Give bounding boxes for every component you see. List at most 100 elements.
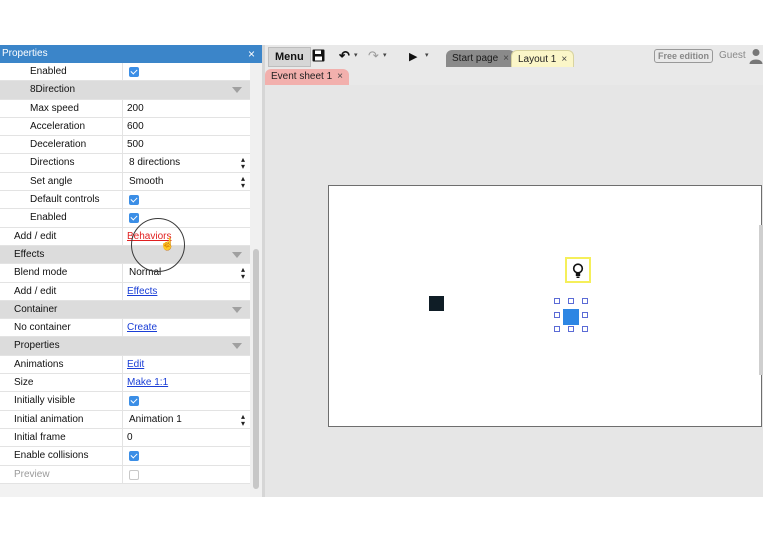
property-value: Effects xyxy=(123,283,250,300)
checkbox[interactable] xyxy=(129,67,139,77)
property-category[interactable]: Effects xyxy=(0,245,250,265)
property-select-value: Animation 1 xyxy=(129,413,182,425)
resize-handle[interactable] xyxy=(582,298,588,304)
lightbulb-icon[interactable] xyxy=(565,257,591,283)
property-label: Enabled xyxy=(0,209,123,227)
close-icon[interactable]: × xyxy=(248,45,255,63)
property-value xyxy=(123,392,250,409)
user-label[interactable]: Guest xyxy=(719,50,746,61)
checkbox[interactable] xyxy=(129,213,139,224)
undo-icon[interactable]: ↶ xyxy=(339,48,350,64)
property-category-label: Container xyxy=(14,303,58,315)
property-value[interactable]: 600 xyxy=(123,118,250,135)
property-select[interactable]: Smooth ▴ ▾ xyxy=(123,173,250,190)
redo-icon[interactable]: ↷ xyxy=(368,48,379,64)
blue-sprite[interactable] xyxy=(563,309,579,325)
properties-scrollbar-thumb[interactable] xyxy=(253,249,259,489)
checkbox[interactable] xyxy=(129,396,139,407)
property-row: Max speed 200 xyxy=(0,99,250,118)
checkbox[interactable] xyxy=(129,469,139,480)
properties-scrollbar[interactable] xyxy=(250,63,262,497)
property-label: Add / edit xyxy=(0,282,123,300)
run-icon[interactable]: ▶ xyxy=(409,50,417,63)
property-value: Create xyxy=(123,319,250,336)
resize-handle[interactable] xyxy=(568,298,574,304)
property-value: Edit xyxy=(123,356,250,373)
property-label: No container xyxy=(0,319,123,337)
resize-handle[interactable] xyxy=(582,312,588,318)
resize-handle[interactable] xyxy=(554,312,560,318)
property-row: Animations Edit xyxy=(0,355,250,375)
property-value[interactable]: 200 xyxy=(123,100,250,117)
property-value: Make 1:1 xyxy=(123,374,250,391)
property-label: Initial animation xyxy=(0,410,123,428)
property-row: Initial frame 0 xyxy=(0,428,250,448)
select-arrows-icon: ▴ ▾ xyxy=(240,411,245,428)
property-category[interactable]: Container xyxy=(0,300,250,320)
layout-canvas[interactable] xyxy=(328,185,762,427)
sub-tab-bar: Event sheet 1 × xyxy=(265,67,763,85)
checkbox[interactable] xyxy=(129,195,139,206)
property-value xyxy=(123,191,250,208)
property-label: Set angle xyxy=(0,172,123,191)
property-row: Enable collisions xyxy=(0,447,250,466)
property-row: Directions 8 directions ▴ ▾ xyxy=(0,154,250,173)
property-select-value: Smooth xyxy=(129,175,164,187)
lightbulb-glyph-icon xyxy=(572,263,584,278)
property-row: Default controls xyxy=(0,191,250,210)
close-icon[interactable]: × xyxy=(503,53,509,64)
layout-view[interactable] xyxy=(265,85,763,497)
property-row: Enabled xyxy=(0,209,250,228)
properties-panel: Properties × Enabled 8Direction Max speed 2… xyxy=(0,45,262,497)
edition-badge[interactable]: Free edition xyxy=(654,49,714,63)
property-link[interactable]: Make 1:1 xyxy=(127,377,168,388)
property-category-label: Properties xyxy=(14,340,60,352)
tab-event-sheet-1[interactable]: Event sheet 1 × xyxy=(265,69,349,85)
close-icon[interactable]: × xyxy=(337,71,343,82)
layout-scrollbar[interactable] xyxy=(759,225,763,375)
select-arrows-icon: ▴ ▾ xyxy=(240,265,245,282)
collapse-triangle-icon[interactable] xyxy=(232,343,242,350)
property-label: Directions xyxy=(0,154,123,172)
property-category[interactable]: 8Direction xyxy=(0,81,250,100)
property-link[interactable]: Create xyxy=(127,322,157,333)
checkbox[interactable] xyxy=(129,451,139,462)
resize-handle[interactable] xyxy=(568,326,574,332)
run-dropdown-chevron-down-icon[interactable]: ▾ xyxy=(425,51,429,59)
collapse-triangle-icon[interactable] xyxy=(232,306,242,313)
close-icon[interactable]: × xyxy=(561,54,567,65)
properties-title: Properties xyxy=(2,48,48,59)
property-category[interactable]: Properties xyxy=(0,337,250,356)
resize-handle[interactable] xyxy=(582,326,588,332)
property-link[interactable]: Edit xyxy=(127,359,144,370)
tab-start-page[interactable]: Start page × xyxy=(446,50,515,67)
property-row: Add / edit Effects xyxy=(0,282,250,301)
property-row: Initially visible xyxy=(0,392,250,411)
dark-sprite-object[interactable] xyxy=(429,296,444,311)
undo-dropdown-chevron-down-icon[interactable]: ▾ xyxy=(354,51,358,59)
properties-grid: Enabled 8Direction Max speed 200 Acceleratio… xyxy=(0,63,250,497)
main-toolbar: Menu ↶ ▾ ↷ ▾ ▶ ▾ Start page × Layout 1 × F… xyxy=(265,45,763,67)
property-category-label: Effects xyxy=(14,248,45,260)
property-value[interactable]: 0 xyxy=(123,429,250,446)
hand-cursor-icon: ☝ xyxy=(160,237,175,251)
menu-button[interactable]: Menu xyxy=(268,47,311,67)
resize-handle[interactable] xyxy=(554,298,560,304)
collapse-triangle-icon[interactable] xyxy=(232,251,242,258)
property-label: Size xyxy=(0,374,123,392)
property-row: Enabled xyxy=(0,63,250,82)
tab-layout-1[interactable]: Layout 1 × xyxy=(511,50,575,67)
floppy-disk-icon[interactable] xyxy=(312,49,325,62)
redo-dropdown-chevron-down-icon[interactable]: ▾ xyxy=(383,51,387,59)
collapse-triangle-icon[interactable] xyxy=(232,87,242,94)
property-value xyxy=(123,63,250,80)
resize-handle[interactable] xyxy=(554,326,560,332)
select-arrows-icon: ▴ ▾ xyxy=(240,155,245,172)
property-link[interactable]: Effects xyxy=(127,286,157,297)
user-icon[interactable] xyxy=(749,48,763,64)
property-select[interactable]: 8 directions ▴ ▾ xyxy=(123,154,250,171)
property-value[interactable]: 500 xyxy=(123,136,250,153)
property-label: Deceleration xyxy=(0,136,123,154)
properties-title-bar: Properties × xyxy=(0,45,262,63)
property-select[interactable]: Animation 1 ▴ ▾ xyxy=(123,411,250,428)
